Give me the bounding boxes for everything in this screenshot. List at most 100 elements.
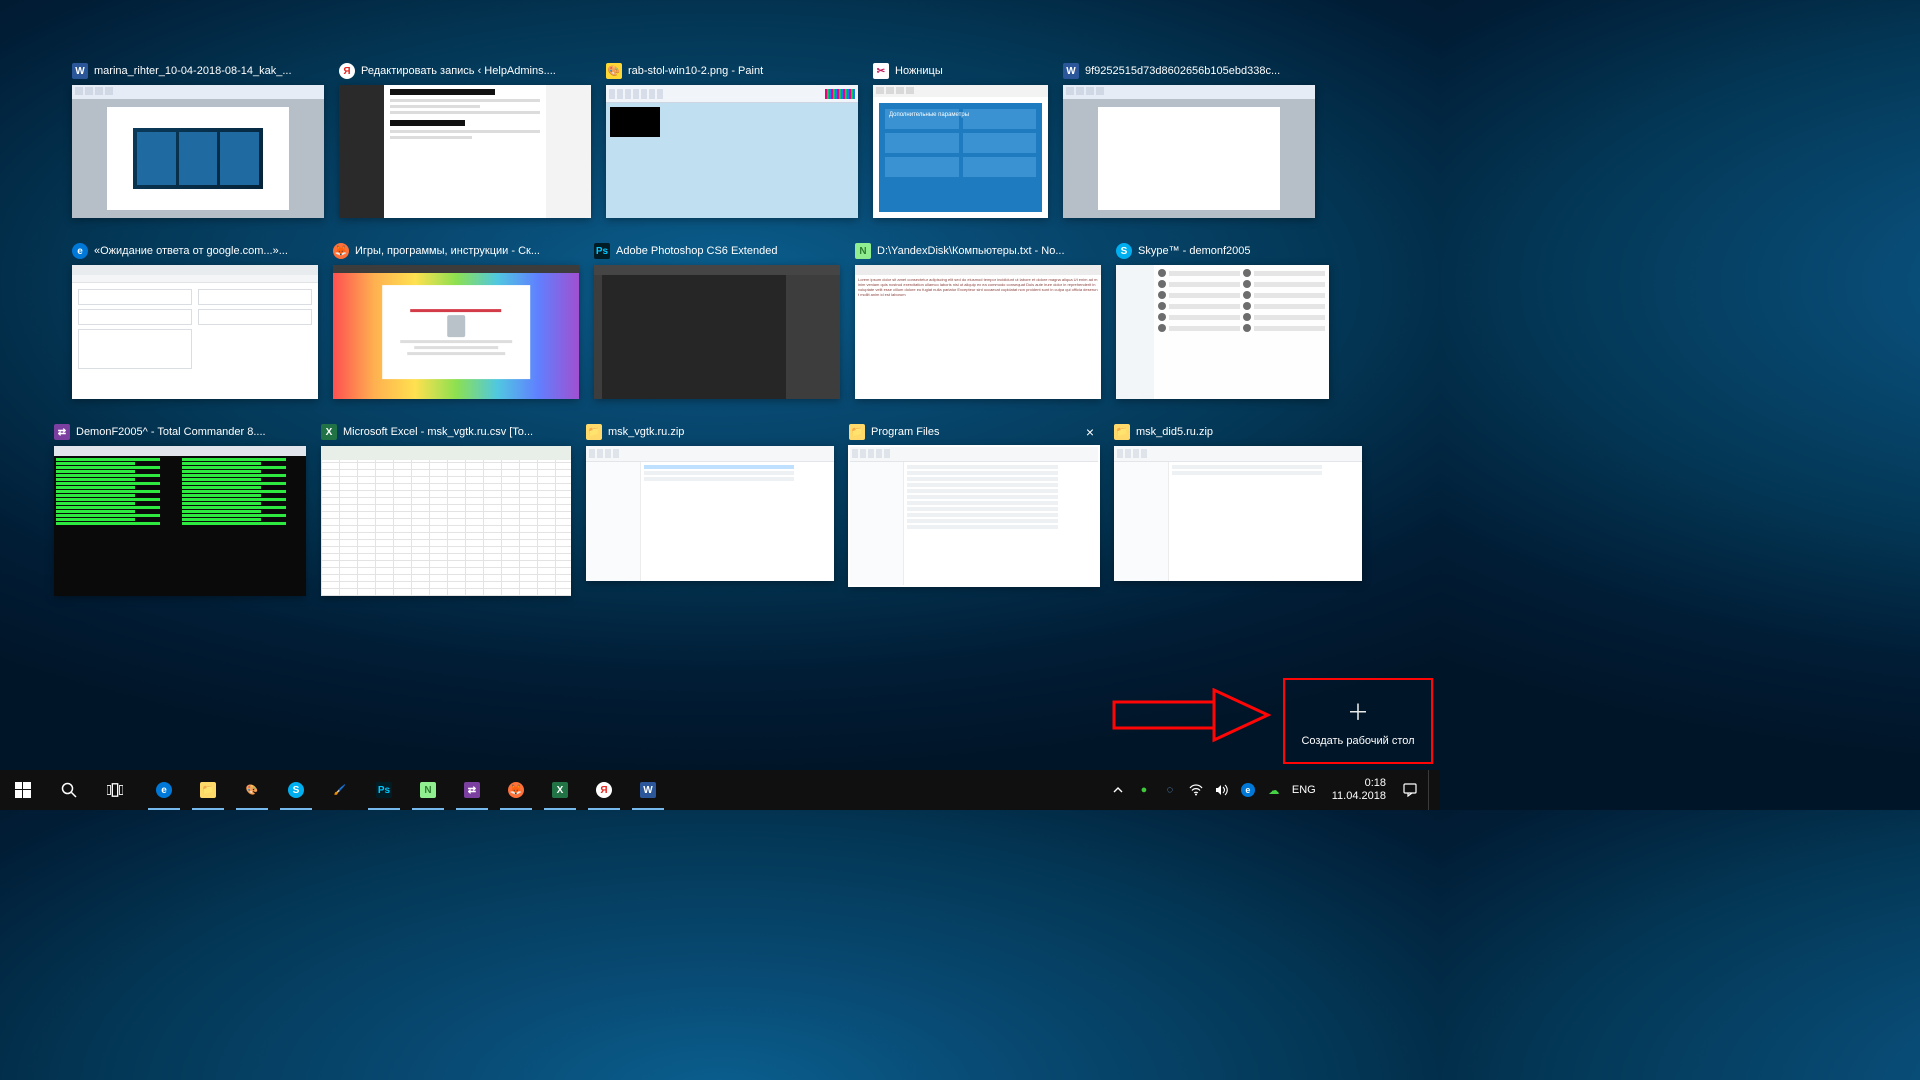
taskbar-app-firefox[interactable]: 🦊 [494,770,538,810]
taskview-item-title: rab-stol-win10-2.png - Paint [628,65,858,77]
taskbar-app-photoshop[interactable]: Ps [362,770,406,810]
thumbnail[interactable] [72,85,324,218]
taskview-item-title: «Ожидание ответа от google.com...»... [94,245,318,257]
palette-icon: 🎨 [244,782,260,798]
tray-language-indicator[interactable]: ENG [1292,784,1316,796]
thumbnail[interactable] [321,446,571,596]
taskbar-app-yandex[interactable]: Я [582,770,626,810]
firefox-icon: 🦊 [333,243,349,259]
taskview-item-word2[interactable]: W 9f9252515d73d8602656b105ebd338c... [1063,62,1315,218]
tray-clock[interactable]: 0:18 11.04.2018 [1326,777,1392,802]
snipping-tool-icon: ✂ [873,63,889,79]
skype-icon: S [288,782,304,798]
show-desktop-button[interactable] [1428,770,1434,810]
taskbar-app-excel[interactable]: X [538,770,582,810]
tray-wifi-icon[interactable] [1188,782,1204,798]
taskview-item-edge[interactable]: e «Ожидание ответа от google.com...»... [72,242,318,399]
taskbar-app-mspaint[interactable]: 🖌️ [318,770,362,810]
taskview-item-excel[interactable]: X Microsoft Excel - msk_vgtk.ru.csv [To.… [321,423,571,596]
taskview-row-1: W marina_rihter_10-04-2018-08-14_kak_...… [72,62,1368,218]
taskview-item-title: Ножницы [895,65,1048,77]
tray-volume-icon[interactable] [1214,782,1230,798]
search-button[interactable] [46,770,92,810]
taskview-item-notepadpp[interactable]: N D:\YandexDisk\Компьютеры.txt - No... L… [855,242,1101,399]
taskview-button[interactable] [92,770,138,810]
taskview-item-zip1[interactable]: 📁 msk_vgtk.ru.zip [586,423,834,596]
taskview-item-title: msk_vgtk.ru.zip [608,426,834,438]
taskbar-app-paint[interactable]: 🎨 [230,770,274,810]
annotation-arrow-icon [1112,688,1272,744]
tray-date: 11.04.2018 [1332,790,1386,803]
snip-caption: Дополнительные параметры [889,112,969,118]
file-explorer-icon: 📁 [200,782,216,798]
new-desktop-label: Создать рабочий стол [1301,735,1414,747]
thumbnail[interactable] [339,85,591,218]
yandex-icon: Я [339,63,355,79]
firefox-icon: 🦊 [508,782,524,798]
tray-cloud-icon[interactable]: ☁ [1266,782,1282,798]
taskview-item-title: Microsoft Excel - msk_vgtk.ru.csv [To... [343,426,571,438]
taskview-item-title: Program Files [871,426,1075,438]
tray-time: 0:18 [1365,777,1386,790]
thumbnail[interactable] [1063,85,1315,218]
taskbar-app-explorer[interactable]: 📁 [186,770,230,810]
system-tray: ● ◌ e ☁ ENG 0:18 11.04.2018 [1110,770,1440,810]
folder-icon: 📁 [586,424,602,440]
taskbar-app-word[interactable]: W [626,770,670,810]
photoshop-icon: Ps [376,782,392,798]
taskview-icon [107,782,123,798]
taskview-item-title: Игры, программы, инструкции - Ск... [355,245,579,257]
taskview-item-photoshop[interactable]: Ps Adobe Photoshop CS6 Extended [594,242,840,399]
taskview-item-paint[interactable]: 🎨 rab-stol-win10-2.png - Paint [606,62,858,218]
thumbnail[interactable] [1114,446,1362,581]
notepadpp-icon: N [420,782,436,798]
taskbar-app-edge[interactable]: e [142,770,186,810]
thumbnail[interactable] [606,85,858,218]
excel-icon: X [321,424,337,440]
taskview-item-title: msk_did5.ru.zip [1136,426,1362,438]
tray-status-icon[interactable]: ● [1136,782,1152,798]
tray-chevron-up-icon[interactable] [1110,782,1126,798]
thumbnail[interactable] [72,265,318,399]
tray-yandexdisk-icon[interactable]: ◌ [1162,782,1178,798]
thumbnail[interactable]: Дополнительные параметры [873,85,1048,218]
thumbnail[interactable] [1116,265,1329,399]
taskview-item-firefox[interactable]: 🦊 Игры, программы, инструкции - Ск... [333,242,579,399]
taskview-item-zip2[interactable]: 📁 msk_did5.ru.zip [1114,423,1362,596]
start-button[interactable] [0,770,46,810]
notepadpp-icon: N [855,243,871,259]
thumbnail[interactable] [54,446,306,596]
close-thumbnail-button[interactable]: × [1081,423,1099,441]
photoshop-icon: Ps [594,243,610,259]
taskview-item-word1[interactable]: W marina_rihter_10-04-2018-08-14_kak_... [72,62,324,218]
thumbnail[interactable] [333,265,579,399]
taskbar-app-totalcmd[interactable]: ⇄ [450,770,494,810]
folder-icon: 📁 [849,424,865,440]
thumbnail[interactable]: Lorem ipsum dolor sit amet consectetur a… [855,265,1101,399]
taskview-item-title: D:\YandexDisk\Компьютеры.txt - No... [877,245,1101,257]
taskbar-app-notepadpp[interactable]: N [406,770,450,810]
tray-notifications-icon[interactable] [1402,782,1418,798]
edge-icon: e [72,243,88,259]
taskview-item-totalcmd[interactable]: ⇄ DemonF2005^ - Total Commander 8.... [54,423,306,596]
new-desktop-button[interactable]: ＋ Создать рабочий стол [1283,678,1433,764]
taskview-row-2: e «Ожидание ответа от google.com...»... … [72,242,1368,399]
taskview-item-yandex[interactable]: Я Редактировать запись ‹ HelpAdmins.... [339,62,591,218]
thumbnail[interactable] [586,446,834,581]
thumbnail[interactable] [849,446,1099,586]
taskview-item-skype[interactable]: S Skype™ - demonf2005 [1116,242,1329,399]
taskview-row-3: ⇄ DemonF2005^ - Total Commander 8.... X … [54,423,1368,596]
taskview-item-title: Редактировать запись ‹ HelpAdmins.... [361,65,591,77]
plus-icon: ＋ [1347,695,1369,727]
tray-ie-icon[interactable]: e [1240,782,1256,798]
taskview-item-programfiles[interactable]: 📁 Program Files × [849,423,1099,596]
task-view: W marina_rihter_10-04-2018-08-14_kak_...… [72,62,1368,596]
word-icon: W [72,63,88,79]
thumbnail[interactable] [594,265,840,399]
word-icon: W [1063,63,1079,79]
taskbar-app-skype[interactable]: S [274,770,318,810]
totalcommander-icon: ⇄ [464,782,480,798]
totalcommander-icon: ⇄ [54,424,70,440]
taskview-item-title: Adobe Photoshop CS6 Extended [616,245,840,257]
taskview-item-snip[interactable]: ✂ Ножницы Дополнительные параметры [873,62,1048,218]
